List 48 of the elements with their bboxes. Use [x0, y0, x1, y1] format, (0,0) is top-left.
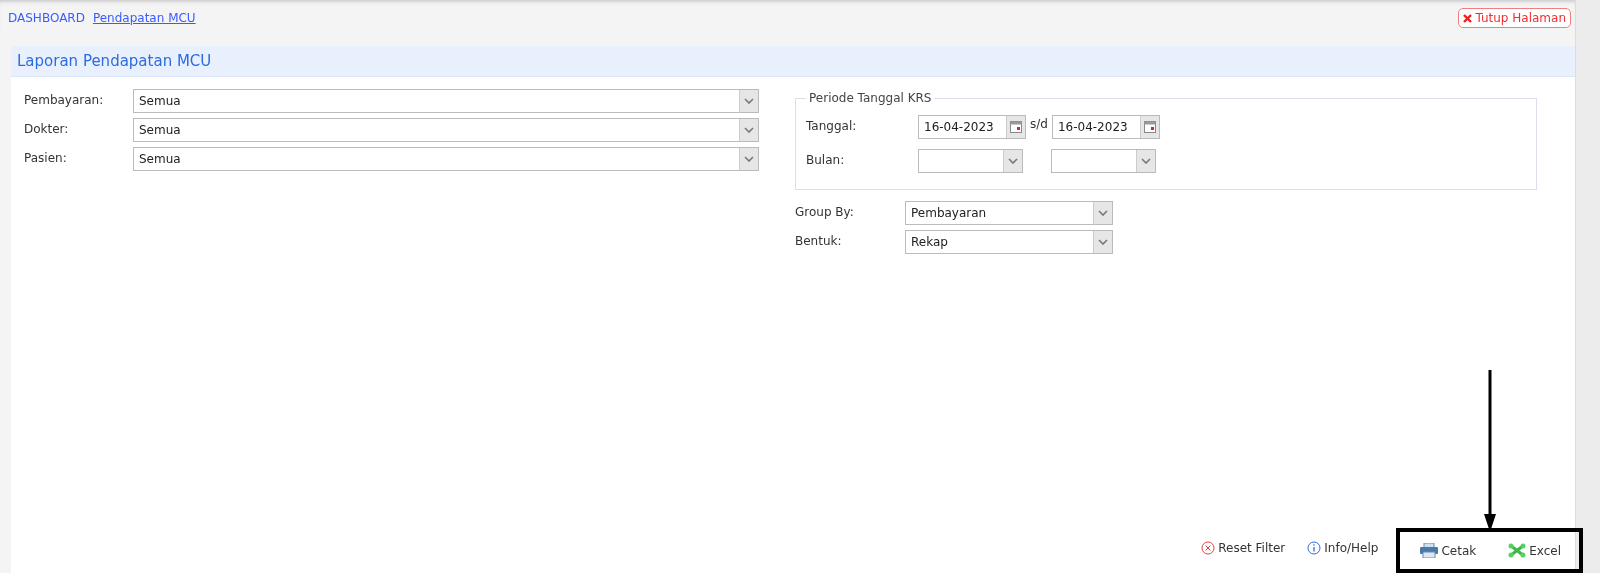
panel-title: Laporan Pendapatan MCU — [11, 46, 1575, 77]
dropdown-value: Semua — [138, 152, 182, 166]
date-field[interactable]: 16-04-2023 — [1051, 115, 1160, 139]
breadcrumb-link[interactable]: DASHBOARD — [8, 11, 85, 25]
reset-filter-button[interactable]: Reset Filter — [1197, 538, 1290, 557]
dropdown-value: Semua — [138, 94, 182, 108]
print-button[interactable]: Cetak — [1416, 541, 1481, 560]
calendar-icon — [1143, 121, 1156, 133]
dropdown-field[interactable] — [918, 149, 1023, 173]
field-label: Pembayaran: — [24, 92, 105, 107]
caret-icon — [1008, 158, 1018, 164]
date-value: 16-04-2023 — [923, 120, 995, 134]
scrollbar[interactable] — [1575, 0, 1600, 573]
caret-icon — [744, 98, 754, 104]
caret-icon — [1141, 158, 1151, 164]
close-circle-icon — [1201, 540, 1216, 555]
caret-icon — [744, 156, 754, 162]
caret-icon — [744, 127, 754, 133]
close-icon — [1463, 13, 1473, 23]
range-separator: s/d — [1030, 116, 1048, 131]
dropdown-field[interactable]: Semua — [133, 118, 759, 142]
printer-icon — [1420, 543, 1439, 558]
date-value: 16-04-2023 — [1056, 120, 1129, 134]
dropdown-field[interactable]: Semua — [133, 147, 759, 171]
field-label: Dokter: — [24, 121, 70, 136]
date-field[interactable]: 16-04-2023 — [918, 115, 1026, 139]
caret-icon — [1098, 210, 1108, 216]
calendar-icon — [1010, 121, 1022, 133]
info-icon — [1307, 540, 1322, 555]
field-label: Tanggal: — [806, 118, 858, 133]
breadcrumb-link[interactable]: Pendapatan MCU — [92, 11, 196, 25]
dropdown-value: Pembayaran — [910, 206, 988, 220]
dropdown-field[interactable]: Semua — [133, 89, 759, 113]
dropdown-field[interactable] — [1051, 149, 1156, 173]
field-label: Group By: — [795, 204, 855, 219]
fieldset-legend: Periode Tanggal KRS — [806, 91, 935, 105]
caret-icon — [1098, 239, 1108, 245]
field-label: Pasien: — [24, 150, 68, 165]
field-label: Bentuk: — [795, 233, 843, 248]
field-label: Bulan: — [806, 152, 846, 167]
dropdown-field[interactable]: Rekap — [905, 230, 1113, 254]
excel-icon — [1508, 543, 1527, 558]
excel-button[interactable]: Excel — [1504, 541, 1565, 560]
dropdown-value: Semua — [138, 123, 182, 137]
dropdown-value: Rekap — [910, 235, 949, 249]
dropdown-field[interactable]: Pembayaran — [905, 201, 1113, 225]
help-button[interactable]: Info/Help — [1303, 538, 1383, 557]
close-page-button[interactable]: Tutup Halaman — [1458, 8, 1571, 28]
